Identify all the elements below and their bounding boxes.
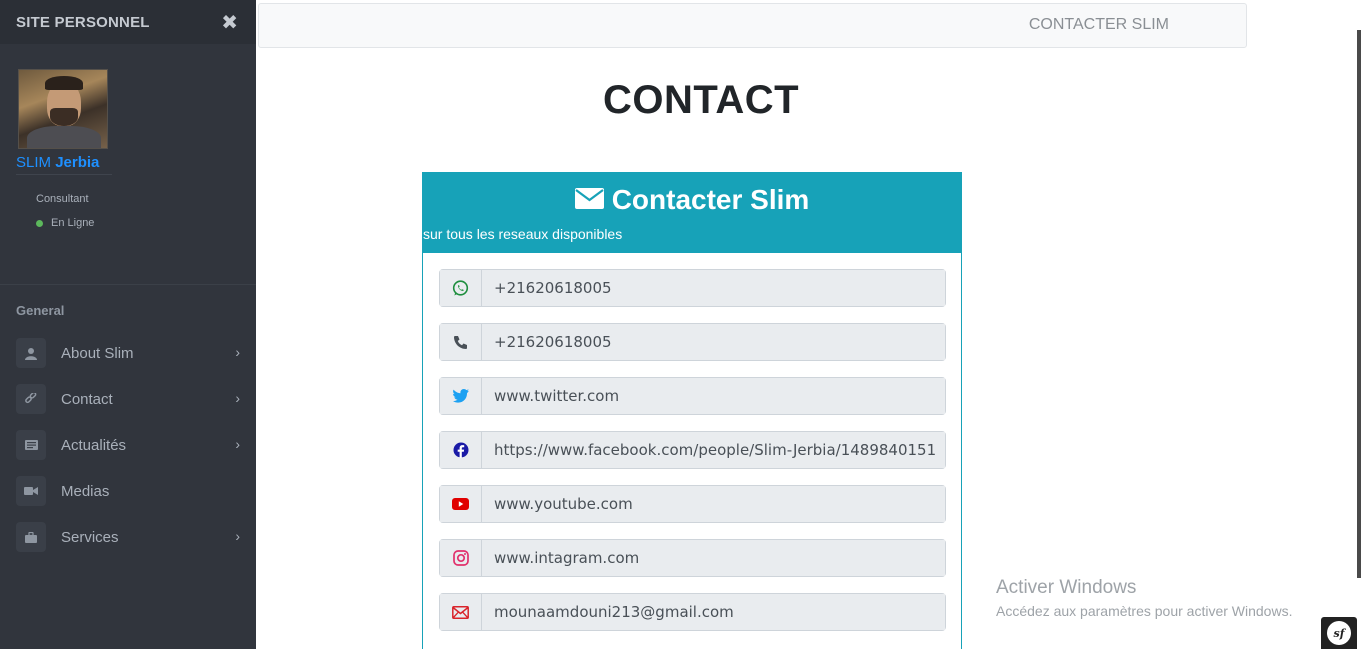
envelope-icon	[440, 594, 482, 630]
link-icon	[16, 384, 46, 414]
whatsapp-icon	[440, 270, 482, 306]
site-title: SITE PERSONNEL	[16, 13, 150, 31]
youtube-input[interactable]	[482, 486, 945, 522]
sidebar-item-label: Medias	[61, 482, 110, 500]
chevron-right-icon: ›	[235, 436, 240, 452]
windows-activation-watermark: Activer Windows Accédez aux paramètres p…	[996, 577, 1292, 619]
sidebar-item-label: Services	[61, 528, 119, 546]
avatar	[18, 69, 108, 149]
profile-role: Consultant	[36, 193, 89, 205]
phone-field	[439, 323, 946, 361]
top-navbar: CONTACTER SLIM	[258, 3, 1247, 48]
twitter-field	[439, 377, 946, 415]
whatsapp-input[interactable]	[482, 270, 945, 306]
watermark-subtitle: Accédez aux paramètres pour activer Wind…	[996, 603, 1293, 619]
profile-name[interactable]: SLIM Jerbia	[16, 154, 112, 175]
card-title-text: Contacter Slim	[611, 184, 810, 215]
chevron-right-icon: ›	[235, 344, 240, 360]
profile-last-name: Jerbia	[55, 154, 100, 171]
symfony-toolbar-toggle[interactable]: sf	[1321, 617, 1357, 649]
status-label: En Ligne	[51, 217, 95, 229]
profile-first-name: SLIM	[16, 154, 52, 171]
sidebar-item-contact[interactable]: Contact ›	[0, 376, 256, 422]
nav-link-contacter-slim[interactable]: CONTACTER SLIM	[1029, 16, 1169, 34]
instagram-icon	[440, 540, 482, 576]
youtube-icon	[440, 486, 482, 522]
symfony-logo-icon: sf	[1327, 621, 1351, 645]
envelope-icon	[574, 184, 604, 216]
email-field	[439, 593, 946, 631]
newspaper-icon	[16, 430, 46, 460]
user-icon	[16, 338, 46, 368]
sidebar-item-services[interactable]: Services ›	[0, 514, 256, 560]
page-title: CONTACT	[603, 78, 800, 122]
facebook-icon	[440, 432, 482, 468]
page-scrollbar[interactable]	[1357, 30, 1361, 578]
video-camera-icon	[16, 476, 46, 506]
sidebar-item-label: Actualités	[61, 436, 127, 454]
card-header: Contacter Slim sur tous les reseaux disp…	[423, 173, 961, 253]
menu-heading: General	[16, 303, 65, 318]
sidebar-header: SITE PERSONNEL ✖	[0, 0, 256, 44]
phone-icon	[440, 324, 482, 360]
watermark-title: Activer Windows	[996, 577, 1137, 598]
email-input[interactable]	[482, 594, 945, 630]
contact-card: Contacter Slim sur tous les reseaux disp…	[422, 172, 962, 649]
sidebar: SITE PERSONNEL ✖ SLIM Jerbia Consultant …	[0, 0, 256, 649]
youtube-field	[439, 485, 946, 523]
sidebar-item-label: Contact	[61, 390, 113, 408]
facebook-field	[439, 431, 946, 469]
phone-input[interactable]	[482, 324, 945, 360]
sidebar-divider	[0, 284, 256, 285]
instagram-field	[439, 539, 946, 577]
card-title: Contacter Slim	[423, 184, 961, 216]
chevron-right-icon: ›	[235, 390, 240, 406]
sidebar-item-label: About Slim	[61, 344, 134, 362]
twitter-input[interactable]	[482, 378, 945, 414]
twitter-icon	[440, 378, 482, 414]
instagram-input[interactable]	[482, 540, 945, 576]
sidebar-item-actualites[interactable]: Actualités ›	[0, 422, 256, 468]
facebook-input[interactable]	[482, 432, 945, 468]
whatsapp-field	[439, 269, 946, 307]
sidebar-item-about-slim[interactable]: About Slim ›	[0, 330, 256, 376]
sidebar-item-medias[interactable]: Medias	[0, 468, 256, 514]
close-icon[interactable]: ✖	[221, 10, 238, 35]
profile-status: En Ligne	[36, 217, 94, 229]
briefcase-icon	[16, 522, 46, 552]
card-subtitle: sur tous les reseaux disponibles	[423, 226, 623, 242]
sidebar-menu: About Slim › Contact › Actualités › Medi…	[0, 330, 256, 560]
chevron-right-icon: ›	[235, 528, 240, 544]
online-dot-icon	[36, 219, 43, 227]
